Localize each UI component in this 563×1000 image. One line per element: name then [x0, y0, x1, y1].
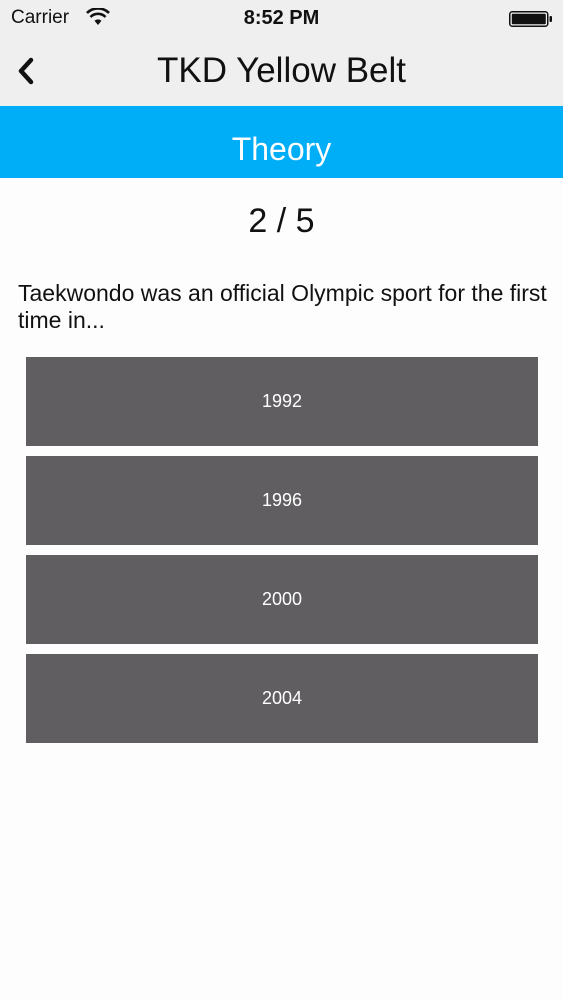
- answer-list: 1992 1996 2000 2004: [26, 357, 538, 753]
- answer-button[interactable]: 1992: [26, 357, 538, 446]
- battery-icon: [509, 11, 552, 27]
- section-banner: Theory: [0, 106, 563, 178]
- answer-button[interactable]: 2004: [26, 654, 538, 743]
- section-title: Theory: [231, 131, 332, 167]
- status-time: 8:52 PM: [243, 7, 320, 29]
- back-button[interactable]: [6, 48, 46, 94]
- page-title: TKD Yellow Belt: [156, 51, 407, 90]
- question-text: Taekwondo was an official Olympic sport …: [18, 280, 547, 333]
- navigation-bar: TKD Yellow Belt: [0, 36, 563, 106]
- answer-button[interactable]: 2000: [26, 555, 538, 644]
- answer-button[interactable]: 1996: [26, 456, 538, 545]
- question-progress: 2 / 5: [248, 202, 315, 240]
- status-bar: Carrier 8:52 PM: [0, 0, 563, 36]
- chevron-left-icon: [18, 57, 34, 85]
